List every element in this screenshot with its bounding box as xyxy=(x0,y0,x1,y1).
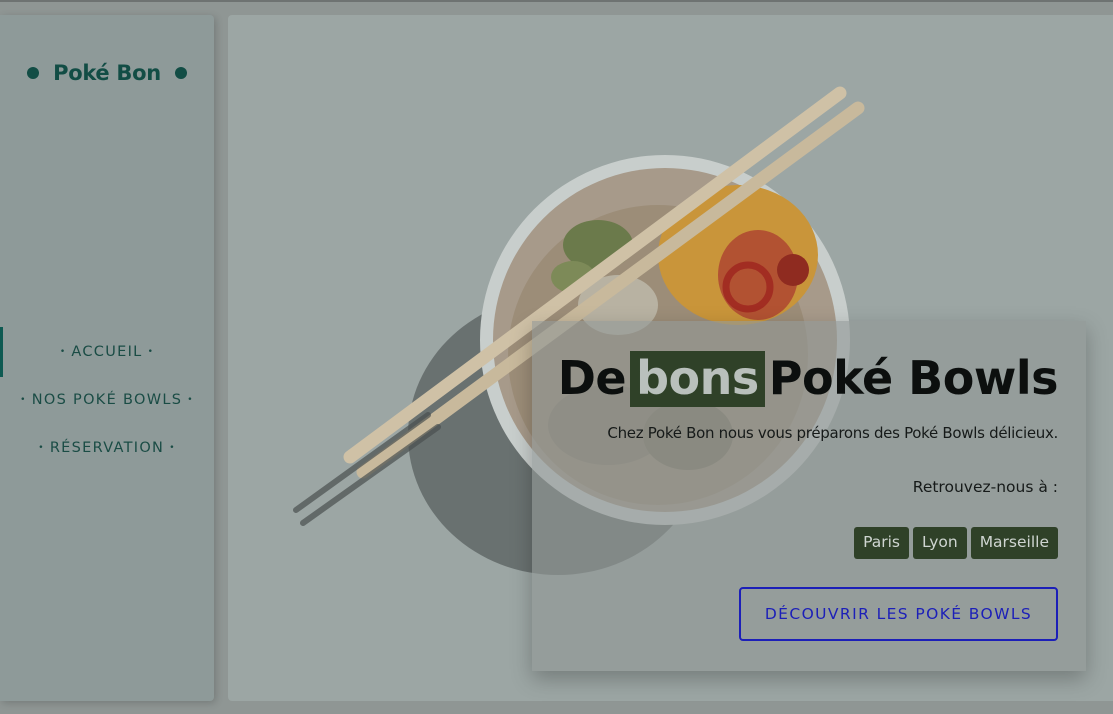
title-part: De xyxy=(557,351,627,405)
nav-item-label: NOS POKÉ BOWLS xyxy=(31,392,183,408)
nav-item-label: ACCUEIL xyxy=(71,344,143,360)
brand-name: Poké Bon xyxy=(53,61,161,85)
bullet-icon: • xyxy=(147,347,155,357)
find-us-label: Retrouvez-nous à : xyxy=(912,478,1058,496)
city-tag-paris[interactable]: Paris xyxy=(854,527,909,559)
city-tag-marseille[interactable]: Marseille xyxy=(970,527,1058,559)
sidebar: Poké Bon • ACCUEIL • • NOS POKÉ BOWLS • • RÉS… xyxy=(0,15,214,701)
city-tag-lyon[interactable]: Lyon xyxy=(912,527,967,559)
bullet-icon: • xyxy=(169,443,176,453)
nav-item-reservation[interactable]: • RÉSERVATION • xyxy=(0,431,214,479)
discover-bowls-button[interactable]: DÉCOUVRIR LES POKÉ BOWLS xyxy=(739,587,1058,641)
hero-card: De bons Poké Bowls Chez Poké Bon nous vous… xyxy=(532,321,1086,671)
title-part: Poké Bowls xyxy=(768,351,1059,405)
brand-logo[interactable]: Poké Bon xyxy=(0,61,214,85)
nav-item-accueil[interactable]: • ACCUEIL • xyxy=(0,327,214,383)
page-title: De bons Poké Bowls xyxy=(557,351,1059,407)
bullet-icon: • xyxy=(20,395,27,405)
main-nav: • ACCUEIL • • NOS POKÉ BOWLS • • RÉSERVATION • xyxy=(0,327,214,479)
top-divider xyxy=(0,0,1113,2)
brand-dot-right-icon xyxy=(174,66,187,79)
bullet-icon: • xyxy=(38,443,45,453)
bullet-icon: • xyxy=(59,347,67,357)
nav-item-nos-poke-bowls[interactable]: • NOS POKÉ BOWLS • xyxy=(0,383,214,431)
bullet-icon: • xyxy=(187,395,194,405)
hero-subtitle: Chez Poké Bon nous vous préparons des Po… xyxy=(607,424,1058,442)
nav-item-label: RÉSERVATION xyxy=(49,440,165,456)
brand-dot-left-icon xyxy=(27,66,40,79)
title-highlight: bons xyxy=(630,351,765,407)
city-list: Paris Lyon Marseille xyxy=(854,527,1058,559)
